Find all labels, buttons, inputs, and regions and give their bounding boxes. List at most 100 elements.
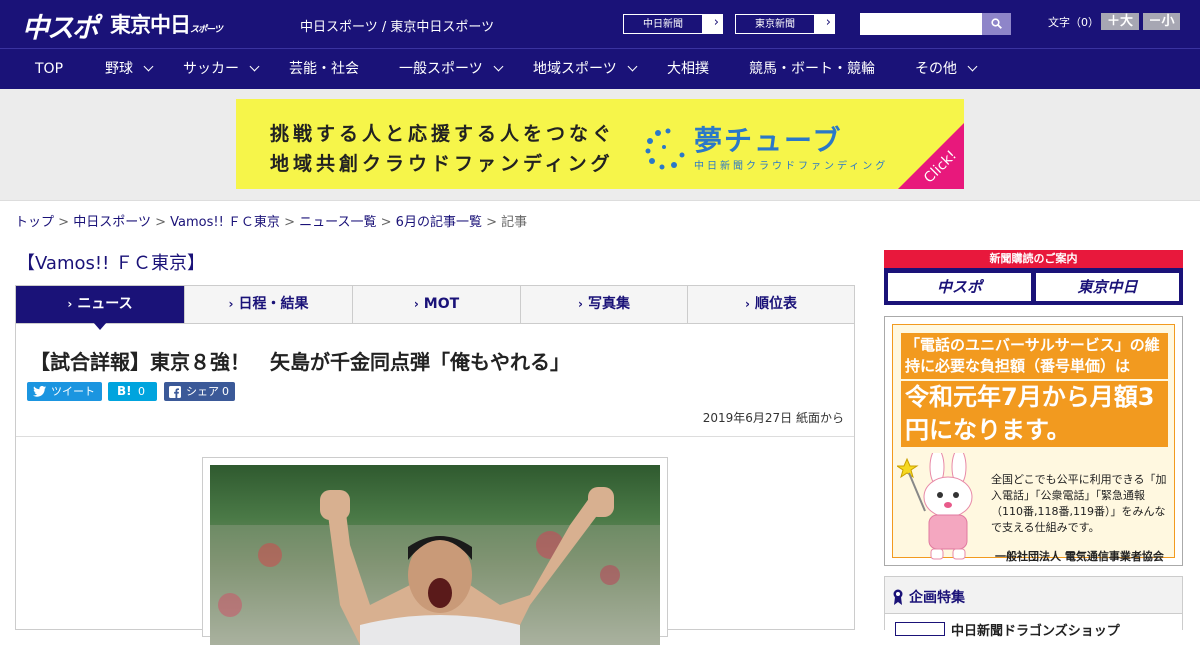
feature-box: 企画特集 中日新聞ドラゴンズショップ — [884, 576, 1183, 639]
article-photo-frame — [202, 457, 668, 645]
chuspo-logo[interactable]: 中スポ — [22, 6, 99, 45]
nav-item-baseball[interactable]: 野球 — [105, 49, 154, 90]
nav-label: 大相撲 — [667, 61, 709, 77]
nav-item-sumo[interactable]: 大相撲 — [667, 49, 709, 90]
chevron-right-icon: › — [825, 15, 831, 30]
site-tagline[interactable]: 中日スポーツ / 東京中日スポーツ — [300, 16, 494, 35]
article-date: 2019年6月27日 紙面から — [702, 411, 844, 425]
breadcrumb-link-top[interactable]: トップ — [15, 215, 54, 230]
banner-brand: 夢チューブ — [694, 124, 843, 157]
tab-schedule[interactable]: › 日程・結果 — [184, 286, 352, 323]
nav-label: 競馬・ボート・競輪 — [749, 61, 875, 77]
font-larger-button[interactable]: ＋大 — [1101, 13, 1139, 30]
tab-photos[interactable]: › 写真集 — [520, 286, 687, 323]
facebook-icon — [169, 386, 181, 398]
feature-title-label: 企画特集 — [909, 590, 965, 606]
notice-org: 一般社団法人 電気通信事業者協会 — [995, 550, 1164, 563]
chevron-down-icon — [143, 61, 154, 72]
nav-item-top[interactable]: TOP — [35, 49, 63, 90]
hatena-count: 0 — [138, 385, 145, 398]
nav-label: 地域スポーツ — [533, 61, 617, 77]
nav-label: サッカー — [183, 61, 239, 77]
breadcrumb-link-fctokyo[interactable]: Vamos!! ＦＣ東京 — [170, 215, 280, 230]
nav-label: その他 — [915, 61, 957, 77]
logo-secondary-small: スポーツ — [190, 25, 223, 35]
breadcrumb-link-june[interactable]: 6月の記事一覧 — [396, 215, 482, 230]
breadcrumb-separator: > — [486, 215, 497, 230]
notice-body: 全国どこでも公平に利用できる「加入電話」「公衆電話」「緊急通報（110番,118… — [991, 473, 1167, 534]
chevron-right-icon: › — [578, 297, 583, 311]
tokyo-chunichi-logo[interactable]: 東京中日スポーツ — [110, 9, 223, 39]
nav-label: 野球 — [105, 61, 133, 77]
breadcrumb-separator: > — [380, 215, 392, 230]
tab-label: 日程・結果 — [238, 296, 309, 312]
feature-item[interactable]: 中日新聞ドラゴンズショップ — [885, 613, 1182, 639]
search-input[interactable] — [860, 13, 982, 35]
ribbon-icon — [893, 589, 903, 605]
chevron-right-icon: › — [745, 297, 750, 311]
nav-item-racing[interactable]: 競馬・ボート・競輪 — [749, 49, 875, 90]
chevron-right-icon: › — [413, 297, 419, 311]
nav-item-local-sports[interactable]: 地域スポーツ — [533, 49, 638, 90]
feature-item-thumbnail — [895, 622, 945, 636]
nav-label: TOP — [35, 61, 64, 77]
breadcrumb-separator: > — [155, 215, 166, 230]
chevron-right-icon: › — [713, 15, 719, 30]
chunichi-shimbun-button[interactable]: 中日新聞 › — [622, 13, 724, 35]
twitter-icon — [33, 386, 46, 397]
chevron-right-icon: › — [67, 297, 73, 311]
tweet-label: ツイート — [51, 385, 95, 398]
breadcrumb-separator: > — [58, 215, 70, 230]
nav-item-other[interactable]: その他 — [915, 49, 978, 90]
tab-label: 写真集 — [587, 296, 630, 312]
logo-secondary-text: 東京中日 — [110, 13, 191, 37]
breadcrumb-link-chuspo[interactable]: 中日スポーツ — [73, 215, 151, 230]
celebrating-player-image — [210, 487, 660, 645]
nav-item-soccer[interactable]: サッカー — [183, 49, 260, 90]
search-button[interactable] — [982, 13, 1011, 35]
subscribe-chuspo-button[interactable]: 中スポ — [888, 273, 1031, 301]
facebook-label: シェア — [186, 385, 219, 398]
tweet-button[interactable]: ツイート — [27, 382, 102, 401]
crowdfunding-banner[interactable]: 挑戦する人と応援する人をつなぐ 地域共創クラウドファンディング 夢チューブ 中日… — [236, 99, 964, 189]
banner-line-1: 挑戦する人と応援する人をつなぐ — [270, 123, 616, 145]
tab-news[interactable]: › ニュース — [16, 286, 184, 323]
banner-brand-sub: 中日新聞クラウドファンディング — [694, 161, 889, 172]
tab-standings[interactable]: › 順位表 — [687, 286, 854, 323]
nav-label: 一般スポーツ — [399, 61, 483, 77]
chevron-down-icon — [967, 61, 978, 72]
section-title[interactable]: 【Vamos!! ＦＣ東京】 — [17, 249, 205, 275]
notice-headline-2: 令和元年7月から月額3円になります。 — [901, 381, 1168, 447]
divider — [16, 436, 854, 437]
nav-item-entertainment[interactable]: 芸能・社会 — [289, 49, 359, 90]
tab-label: ニュース — [77, 296, 133, 312]
facebook-count: 0 — [222, 385, 229, 398]
hatena-bookmark-button[interactable]: B! 0 — [108, 382, 157, 401]
breadcrumb-current: 記事 — [501, 215, 528, 230]
paper-button-label: 中日新聞 — [623, 14, 703, 34]
universal-service-ad[interactable]: 「電話のユニバーサルサービス」の維持に必要な負担額（番号単価）は 令和元年7月か… — [884, 316, 1183, 566]
feature-title: 企画特集 — [893, 587, 965, 607]
dots-logo-icon — [645, 128, 685, 170]
subscribe-tokyo-chunichi-button[interactable]: 東京中日 — [1036, 273, 1179, 301]
top-bar: 中スポ 東京中日スポーツ 中日スポーツ / 東京中日スポーツ 中日新聞 › 東京新… — [0, 0, 1200, 48]
chevron-down-icon — [627, 61, 638, 72]
tab-label: MOT — [423, 296, 460, 312]
facebook-share-button[interactable]: シェア 0 — [164, 382, 235, 401]
section-tabs: › ニュース › 日程・結果 › MOT › 写真集 › 順位表 — [15, 285, 855, 324]
bunny-mascot-icon — [897, 453, 973, 560]
notice-headline-1: 「電話のユニバーサルサービス」の維持に必要な負担額（番号単価）は — [901, 333, 1168, 379]
tab-mot[interactable]: › MOT — [352, 286, 520, 323]
breadcrumb: トップ > 中日スポーツ > Vamos!! ＦＣ東京 > ニュース一覧 > 6… — [15, 211, 527, 230]
article-photo[interactable] — [210, 465, 660, 645]
font-smaller-button[interactable]: －小 — [1143, 13, 1180, 30]
tokyo-shimbun-button[interactable]: 東京新聞 › — [734, 13, 836, 35]
chevron-down-icon — [249, 61, 260, 72]
subscription-title[interactable]: 新聞購読のご案内 — [884, 250, 1183, 268]
breadcrumb-separator: > — [284, 215, 295, 230]
nav-item-general-sports[interactable]: 一般スポーツ — [399, 49, 504, 90]
paper-button-label: 東京新聞 — [735, 14, 815, 34]
tab-label: 順位表 — [754, 296, 797, 312]
breadcrumb-link-news-list[interactable]: ニュース一覧 — [299, 215, 376, 230]
nav-label: 芸能・社会 — [289, 61, 359, 77]
